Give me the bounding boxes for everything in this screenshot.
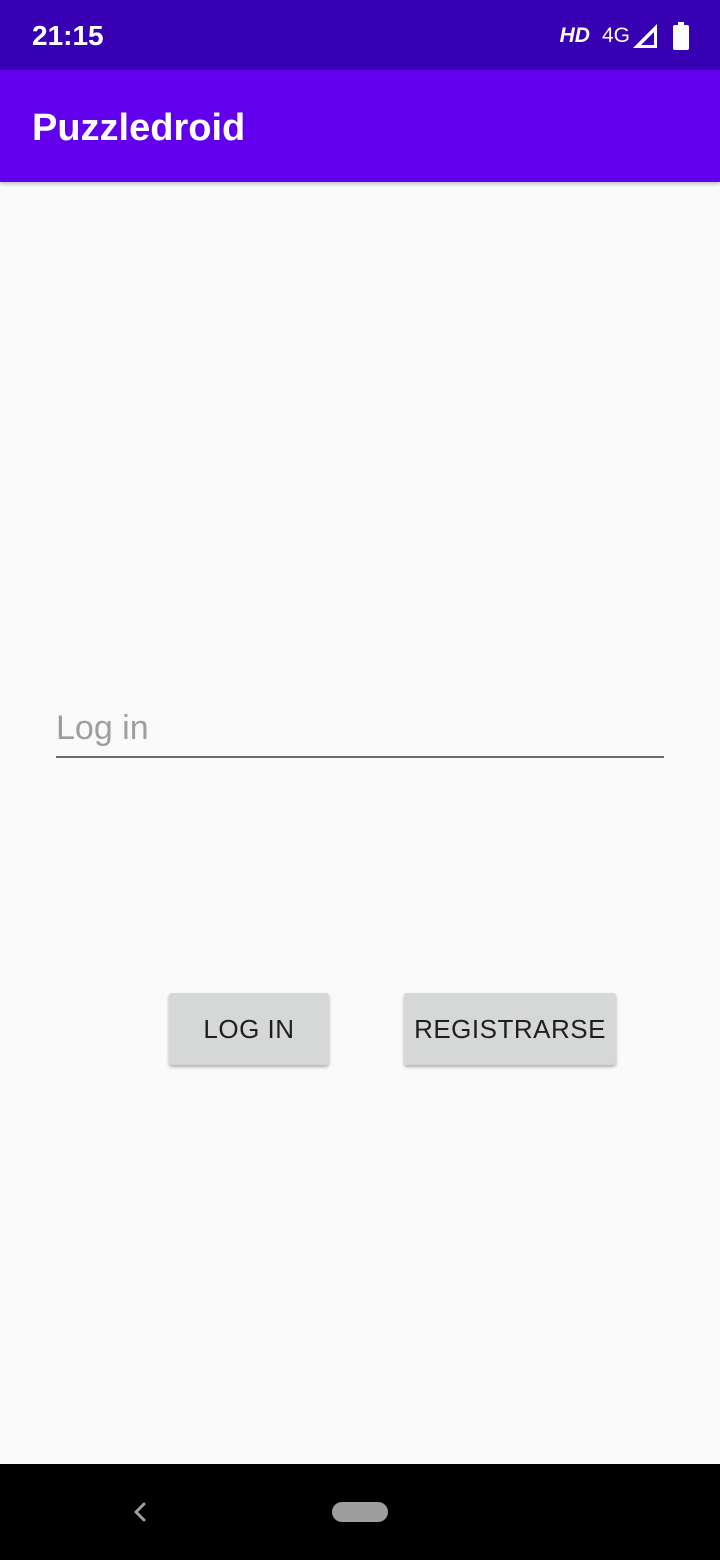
home-pill-icon[interactable] — [332, 1502, 388, 1522]
app-bar: Puzzledroid — [0, 70, 720, 182]
register-button[interactable]: REGISTRARSE — [404, 993, 616, 1065]
status-bar: 21:15 HD 4G — [0, 0, 720, 70]
app-title: Puzzledroid — [32, 107, 246, 149]
hd-badge: HD — [559, 24, 590, 47]
status-time: 21:15 — [32, 20, 104, 51]
login-button[interactable]: LOG IN — [169, 993, 329, 1065]
battery-icon — [673, 22, 689, 50]
signal-icon — [633, 24, 657, 48]
network-type-label: 4G — [601, 24, 630, 47]
login-input[interactable] — [56, 700, 664, 758]
back-icon[interactable] — [126, 1498, 154, 1526]
login-screen: 21:15 HD 4G Puzzledroid LOG IN REGISTRAR… — [0, 0, 720, 1560]
status-icons: HD 4G — [560, 20, 690, 52]
navigation-bar — [0, 1464, 720, 1560]
